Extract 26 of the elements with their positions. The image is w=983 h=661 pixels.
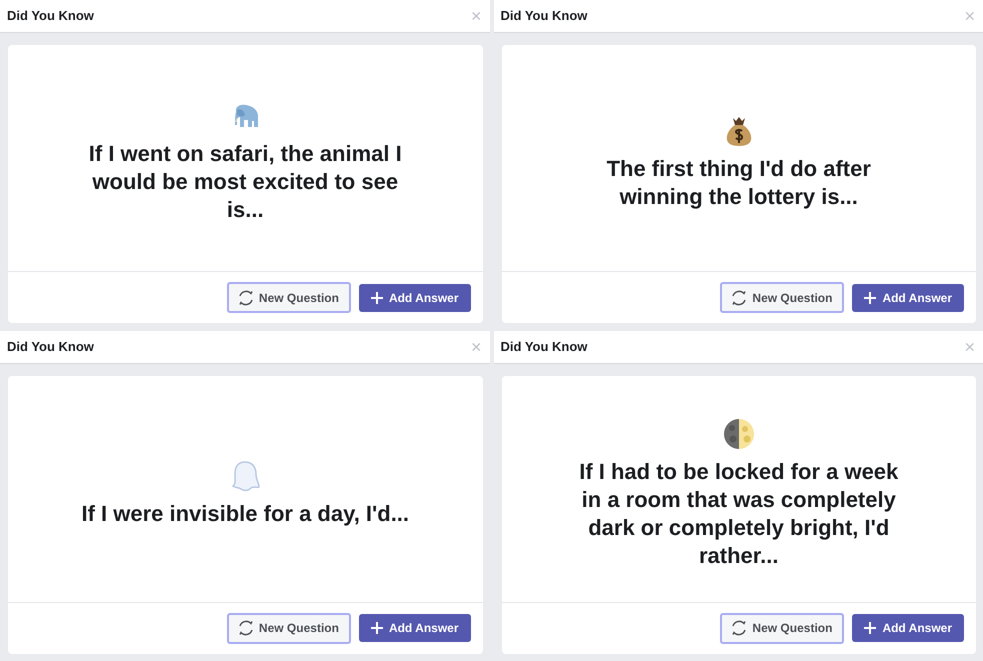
question-text: The first thing I'd do after winning the lottery is... [606, 155, 872, 211]
new-question-button[interactable]: New Question [226, 612, 351, 644]
add-answer-button[interactable]: Add Answer [852, 284, 964, 312]
plus-icon [370, 292, 383, 304]
add-answer-button[interactable]: Add Answer [358, 284, 470, 312]
ghost-icon [230, 460, 260, 492]
question-text: If I had to be locked for a week in a room that was completely dark or completely bright, I'd rather... [578, 458, 900, 570]
panel-title: Did You Know [500, 338, 588, 356]
new-question-button[interactable]: New Question [226, 282, 351, 313]
plus-icon [864, 622, 876, 634]
add-answer-button[interactable]: Add Answer [358, 614, 470, 642]
panel-title: Did You Know [7, 338, 94, 356]
moon-icon [722, 418, 755, 450]
question-text: If I were invisible for a day, I'd... [81, 500, 410, 528]
panel-title: Did You Know [7, 7, 94, 26]
refresh-icon [236, 619, 255, 637]
question-text: If I went on safari, the animal I would be most excited to see is... [88, 140, 403, 224]
refresh-icon [730, 288, 748, 306]
plus-icon [864, 292, 876, 304]
add-answer-button[interactable]: Add Answer [852, 614, 964, 642]
panel-title: Did You Know [500, 7, 588, 26]
plus-icon [370, 622, 383, 634]
new-question-button[interactable]: New Question [720, 282, 844, 313]
refresh-icon [730, 619, 748, 637]
refresh-icon [236, 288, 255, 306]
new-question-button[interactable]: New Question [720, 612, 844, 644]
